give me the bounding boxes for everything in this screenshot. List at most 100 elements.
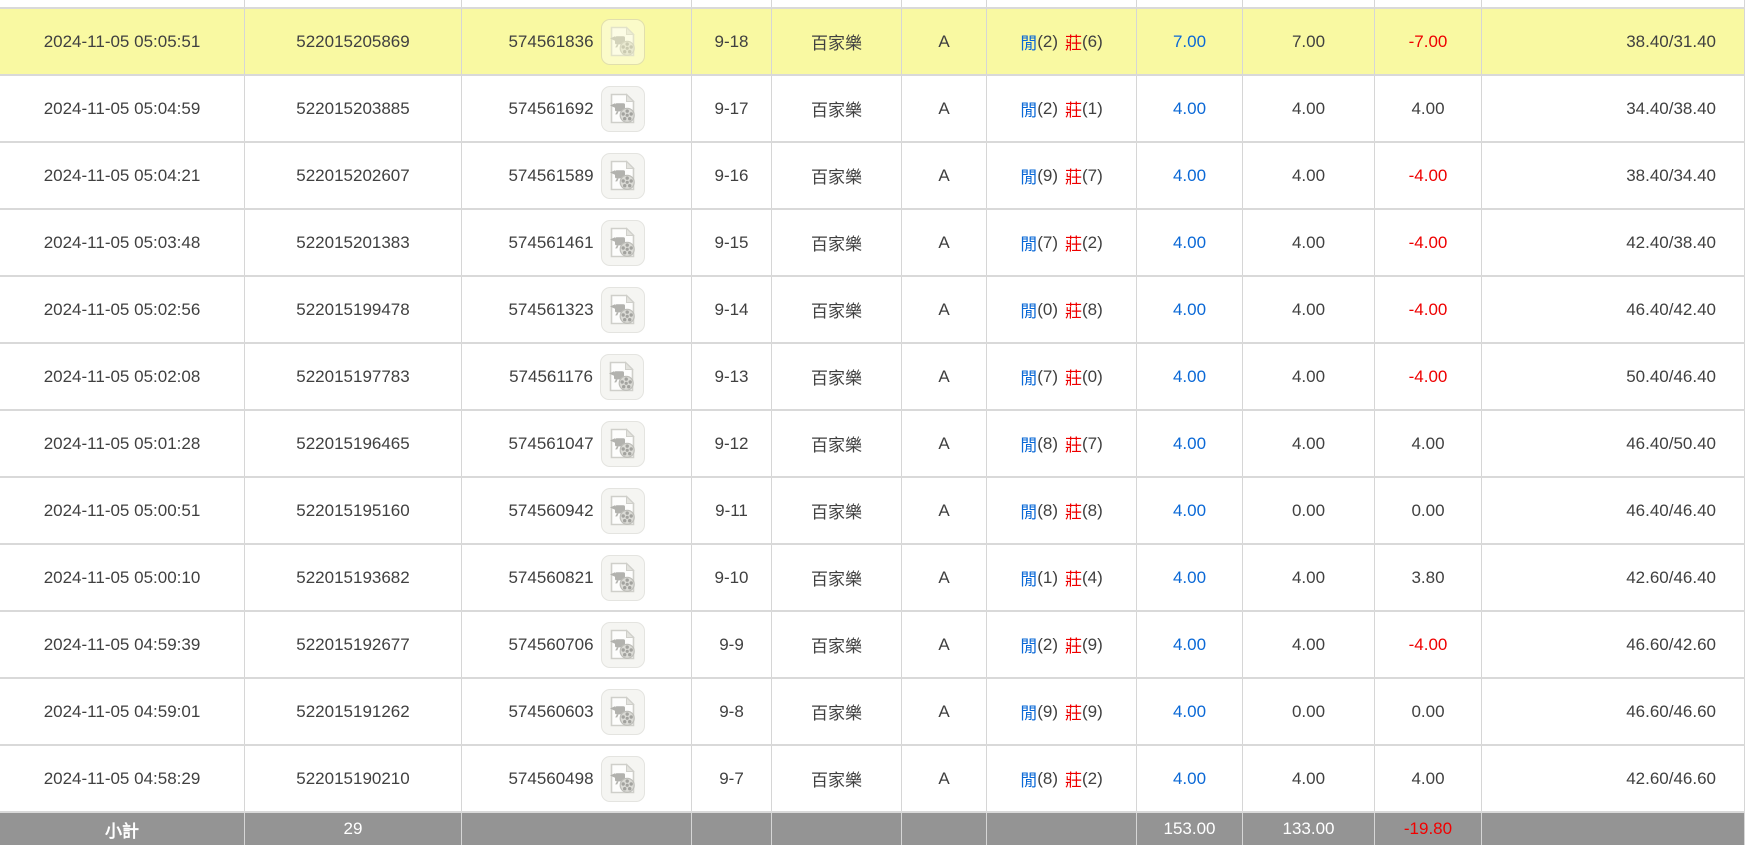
- video-replay-button[interactable]: [600, 85, 645, 132]
- cell-result: 閒 (8) 莊 (7): [987, 411, 1137, 476]
- cell-game-name: 百家樂: [772, 344, 902, 409]
- cell-round: 9-8: [692, 679, 772, 744]
- video-replay-button[interactable]: [600, 219, 645, 266]
- cell-valid-amount: 0.00: [1243, 478, 1375, 543]
- cell-bet-amount: 4.00: [1137, 76, 1243, 141]
- game-id-text: 574560821: [508, 567, 594, 587]
- video-replay-button[interactable]: [600, 152, 645, 199]
- cell-table-code: A: [902, 679, 987, 744]
- cell-bet-id: 522015192677: [245, 612, 462, 677]
- cell-win-amount: 0.00: [1375, 679, 1482, 744]
- game-id-text: 574561047: [508, 433, 594, 453]
- cell-bet-amount: 4.00: [1137, 344, 1243, 409]
- player-label: 閒: [1020, 637, 1038, 656]
- table-row[interactable]: 2024-11-05 05:00:51 522015195160 574560942…: [0, 478, 1745, 545]
- cell-bet-amount: 4.00: [1137, 411, 1243, 476]
- player-label: 閒: [1020, 436, 1038, 455]
- cell-balance: 46.40/46.40: [1482, 478, 1745, 543]
- clipped-cell: [245, 0, 462, 7]
- video-replay-button[interactable]: [600, 621, 645, 668]
- cell-round: 9-12: [692, 411, 772, 476]
- table-row[interactable]: 2024-11-05 04:58:29 522015190210 574560498…: [0, 746, 1745, 813]
- cell-table-code: A: [902, 478, 987, 543]
- cell-bet-id: 522015199478: [245, 277, 462, 342]
- banker-label: 莊: [1065, 34, 1082, 53]
- cell-round: 9-13: [692, 344, 772, 409]
- cell-game-name: 百家樂: [772, 277, 902, 342]
- table-row[interactable]: 2024-11-05 04:59:01 522015191262 574560603…: [0, 679, 1745, 746]
- cell-win-amount: 0.00: [1375, 478, 1482, 543]
- video-replay-button[interactable]: [600, 554, 645, 601]
- table-row[interactable]: 2024-11-05 05:05:51 522015205869 574561836…: [0, 9, 1745, 76]
- video-replay-button[interactable]: [600, 755, 645, 802]
- cell-game-id: 574561461: [462, 210, 692, 275]
- cell-bet-time: 2024-11-05 04:59:39: [0, 612, 245, 677]
- clipped-cell: [462, 0, 692, 7]
- summary-bet-count: 29: [245, 813, 462, 845]
- video-replay-icon: [610, 160, 635, 191]
- cell-result: 閒 (2) 莊 (1): [987, 76, 1137, 141]
- table-row[interactable]: 2024-11-05 04:59:39 522015192677 574560706…: [0, 612, 1745, 679]
- video-replay-button[interactable]: [600, 487, 645, 534]
- cell-bet-id: 522015202607: [245, 143, 462, 208]
- video-replay-icon: [610, 294, 635, 325]
- cell-bet-amount: 4.00: [1137, 612, 1243, 677]
- cell-table-code: A: [902, 76, 987, 141]
- video-replay-button[interactable]: [600, 18, 645, 65]
- table-row[interactable]: 2024-11-05 05:01:28 522015196465 574561047…: [0, 411, 1745, 478]
- cell-game-id: 574560498: [462, 746, 692, 811]
- cell-bet-time: 2024-11-05 05:04:21: [0, 143, 245, 208]
- player-score: (9): [1037, 165, 1058, 185]
- cell-bet-id: 522015197783: [245, 344, 462, 409]
- table-row[interactable]: 2024-11-05 05:02:56 522015199478 574561323…: [0, 277, 1745, 344]
- banker-label: 莊: [1065, 704, 1082, 723]
- cell-bet-time: 2024-11-05 05:05:51: [0, 9, 245, 74]
- clipped-cell: [987, 0, 1137, 7]
- video-replay-button[interactable]: [599, 353, 644, 400]
- video-replay-button[interactable]: [600, 688, 645, 735]
- cell-table-code: A: [902, 746, 987, 811]
- cell-game-id: 574560603: [462, 679, 692, 744]
- summary-empty-cell: [1482, 813, 1745, 845]
- cell-game-id: 574561047: [462, 411, 692, 476]
- cell-valid-amount: 4.00: [1243, 277, 1375, 342]
- cell-result: 閒 (1) 莊 (4): [987, 545, 1137, 610]
- cell-win-amount: -4.00: [1375, 277, 1482, 342]
- cell-bet-id: 522015195160: [245, 478, 462, 543]
- cell-bet-id: 522015190210: [245, 746, 462, 811]
- video-replay-button[interactable]: [600, 286, 645, 333]
- table-row[interactable]: 2024-11-05 05:04:59 522015203885 574561692…: [0, 76, 1745, 143]
- table-row[interactable]: 2024-11-05 05:00:10 522015193682 574560821…: [0, 545, 1745, 612]
- cell-result: 閒 (8) 莊 (8): [987, 478, 1137, 543]
- banker-label: 莊: [1065, 503, 1082, 522]
- cell-valid-amount: 4.00: [1243, 612, 1375, 677]
- video-replay-icon: [609, 361, 635, 392]
- banker-score: (1): [1082, 98, 1103, 118]
- player-score: (2): [1037, 98, 1058, 118]
- cell-win-amount: 3.80: [1375, 545, 1482, 610]
- cell-bet-time: 2024-11-05 05:02:08: [0, 344, 245, 409]
- cell-game-id: 574561836: [462, 9, 692, 74]
- cell-game-id: 574560821: [462, 545, 692, 610]
- game-id-text: 574560498: [508, 768, 594, 788]
- banker-score: (2): [1082, 768, 1103, 788]
- cell-game-name: 百家樂: [772, 9, 902, 74]
- banker-label: 莊: [1065, 235, 1082, 254]
- game-id-text: 574560603: [508, 701, 594, 721]
- cell-game-name: 百家樂: [772, 76, 902, 141]
- cell-valid-amount: 4.00: [1243, 143, 1375, 208]
- player-score: (8): [1037, 768, 1058, 788]
- cell-bet-id: 522015196465: [245, 411, 462, 476]
- video-replay-button[interactable]: [600, 420, 645, 467]
- table-row[interactable]: 2024-11-05 05:03:48 522015201383 574561461…: [0, 210, 1745, 277]
- player-label: 閒: [1020, 302, 1038, 321]
- cell-balance: 38.40/31.40: [1482, 9, 1745, 74]
- cell-win-amount: -4.00: [1375, 612, 1482, 677]
- summary-empty-cell: [462, 813, 692, 845]
- table-row[interactable]: 2024-11-05 05:04:21 522015202607 574561589…: [0, 143, 1745, 210]
- cell-balance: 42.40/38.40: [1482, 210, 1745, 275]
- table-row[interactable]: 2024-11-05 05:02:08 522015197783 574561176…: [0, 344, 1745, 411]
- banker-score: (8): [1082, 299, 1103, 319]
- clipped-row-top: [0, 0, 1745, 9]
- cell-round: 9-15: [692, 210, 772, 275]
